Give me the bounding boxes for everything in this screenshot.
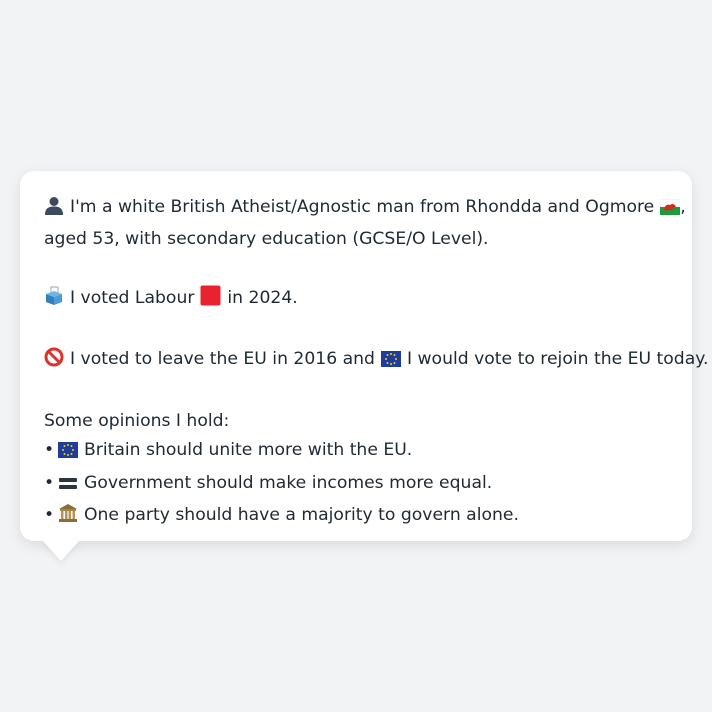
bubble-tail [42,540,80,561]
classical-building-icon [58,503,78,533]
wales-flag-icon [660,196,681,225]
vote-prefix-text: I voted Labour [70,287,195,308]
profile-bubble: I'm a white British Atheist/Agnostic man… [20,171,708,541]
prohibited-icon [44,347,64,377]
bullet: • [44,504,55,525]
eu-flag-icon [58,439,78,468]
opinion-text: One party should have a majority to gove… [84,504,519,525]
person-silhouette-icon [44,195,64,225]
opinion-item: • Britain should unite more with the EU. [44,436,668,468]
equals-icon [58,472,78,501]
opinion-item: • One party should have a majority to go… [44,501,668,533]
eu-flag-icon [380,348,401,377]
identity-text: I'm a white British Atheist/Agnostic man… [70,197,655,217]
opinions-heading: Some opinions I hold: [44,411,230,432]
profile-line-age-education: aged 53, with secondary education (GCSE/… [44,229,489,250]
opinion-item: • Government should make incomes more eq… [44,469,668,501]
ballot-box-icon [44,286,64,316]
bullet: • [44,472,55,493]
opinion-text: Government should make incomes more equa… [84,472,493,493]
profile-line-vote: I voted Labour in 2024. [44,284,668,316]
identity-comma: , [680,197,686,217]
brexit-suffix-text: I would vote to rejoin the EU today. [406,349,709,370]
profile-line-identity: I'm a white British Atheist/Agnostic man… [44,193,686,225]
red-square-icon [200,285,221,316]
brexit-prefix-text: I voted to leave the EU in 2016 and [70,349,375,370]
vote-suffix-text: in 2024. [227,287,298,308]
opinion-text: Britain should unite more with the EU. [84,440,413,461]
profile-line-brexit: I voted to leave the EU in 2016 and I wo… [44,345,708,377]
bullet: • [44,440,55,461]
